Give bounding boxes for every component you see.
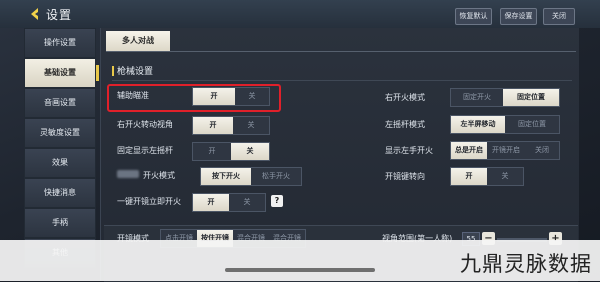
show-left-fire-scope[interactable]: 开镜开启 <box>487 142 525 159</box>
sidebar-item-basic[interactable]: 基础设置 <box>24 58 99 88</box>
one-tap-scope-fire-toggle: 开 关 <box>192 193 266 212</box>
right-fire-mode-fixed-position[interactable]: 固定位置 <box>503 89 559 106</box>
sidebar-item-controller[interactable]: 手柄 <box>24 208 96 238</box>
close-button[interactable]: 关闭 <box>543 8 575 25</box>
sidebar-item-quick-messages[interactable]: 快捷消息 <box>24 178 96 208</box>
left-joystick-mode-fixed[interactable]: 固定位置 <box>505 116 559 133</box>
restore-default-button[interactable]: 恢复默认 <box>455 8 492 25</box>
fixed-left-joystick-label: 固定显示左摇杆 <box>117 146 173 155</box>
tab-divider <box>106 51 576 52</box>
fixed-left-joystick-on[interactable]: 开 <box>193 143 231 160</box>
home-indicator[interactable] <box>225 268 375 272</box>
gun-key-turn-toggle: 开 关 <box>450 167 524 186</box>
right-fire-turn-label: 右开火转动视角 <box>117 120 173 129</box>
fixed-left-joystick-toggle: 开 关 <box>192 142 270 161</box>
one-tap-scope-fire-off[interactable]: 关 <box>229 194 265 211</box>
left-joystick-mode-label: 左摇杆模式 <box>385 120 425 129</box>
fire-mode-label: 开火模式 <box>143 171 175 180</box>
sidebar-item-effects[interactable]: 效果 <box>24 148 96 178</box>
aim-assist-highlight <box>107 84 281 112</box>
help-icon[interactable]: ? <box>271 195 283 207</box>
gun-key-turn-label: 开镜键转向 <box>385 172 425 181</box>
left-joystick-mode-toggle: 左半屏移动 固定位置 <box>450 115 560 134</box>
section-title: 枪械设置 <box>117 67 154 77</box>
show-left-fire-always[interactable]: 总是开启 <box>451 142 487 159</box>
one-tap-scope-fire-on[interactable]: 开 <box>193 194 229 211</box>
back-arrow-icon[interactable] <box>28 7 42 21</box>
save-settings-button[interactable]: 保存设置 <box>500 8 537 25</box>
page-title: 设置 <box>46 8 73 22</box>
blurred-label-prefix <box>117 170 139 178</box>
right-fire-turn-on[interactable]: 开 <box>193 117 233 134</box>
fire-mode-press[interactable]: 按下开火 <box>201 168 251 185</box>
tab-multiplayer[interactable]: 多人对战 <box>106 31 170 51</box>
gun-key-turn-on[interactable]: 开 <box>451 168 487 185</box>
gun-key-turn-off[interactable]: 关 <box>487 168 523 185</box>
right-fire-mode-toggle: 固定开火 固定位置 <box>450 88 560 107</box>
section-divider <box>112 80 572 81</box>
fixed-left-joystick-off[interactable]: 关 <box>231 143 269 160</box>
section-accent-bar <box>112 66 114 76</box>
fire-mode-release[interactable]: 松手开火 <box>251 168 301 185</box>
sidebar-item-audio-visual[interactable]: 音画设置 <box>24 88 96 118</box>
fire-mode-toggle: 按下开火 松手开火 <box>200 167 302 186</box>
one-tap-scope-fire-label: 一键开镜立即开火 <box>117 197 181 206</box>
sidebar-item-operation[interactable]: 操作设置 <box>24 28 96 58</box>
left-joystick-mode-half-screen[interactable]: 左半屏移动 <box>451 116 505 133</box>
show-left-fire-off[interactable]: 关闭 <box>525 142 559 159</box>
right-fire-turn-toggle: 开 关 <box>192 116 270 135</box>
sidebar-item-sensitivity[interactable]: 灵敏度设置 <box>24 118 96 148</box>
show-left-fire-toggle: 总是开启 开镜开启 关闭 <box>450 141 560 160</box>
watermark-text: 九鼎灵脉数据 <box>460 252 592 276</box>
right-fire-mode-fixed-fire[interactable]: 固定开火 <box>451 89 503 106</box>
right-fire-turn-off[interactable]: 关 <box>233 117 269 134</box>
settings-screen: 设置 恢复默认 保存设置 关闭 操作设置 基础设置 音画设置 灵敏度设置 效果 … <box>0 0 600 282</box>
right-fire-mode-label: 右开火模式 <box>385 93 425 102</box>
show-left-fire-label: 显示左手开火 <box>385 146 433 155</box>
top-bar: 设置 恢复默认 保存设置 关闭 <box>0 0 600 28</box>
